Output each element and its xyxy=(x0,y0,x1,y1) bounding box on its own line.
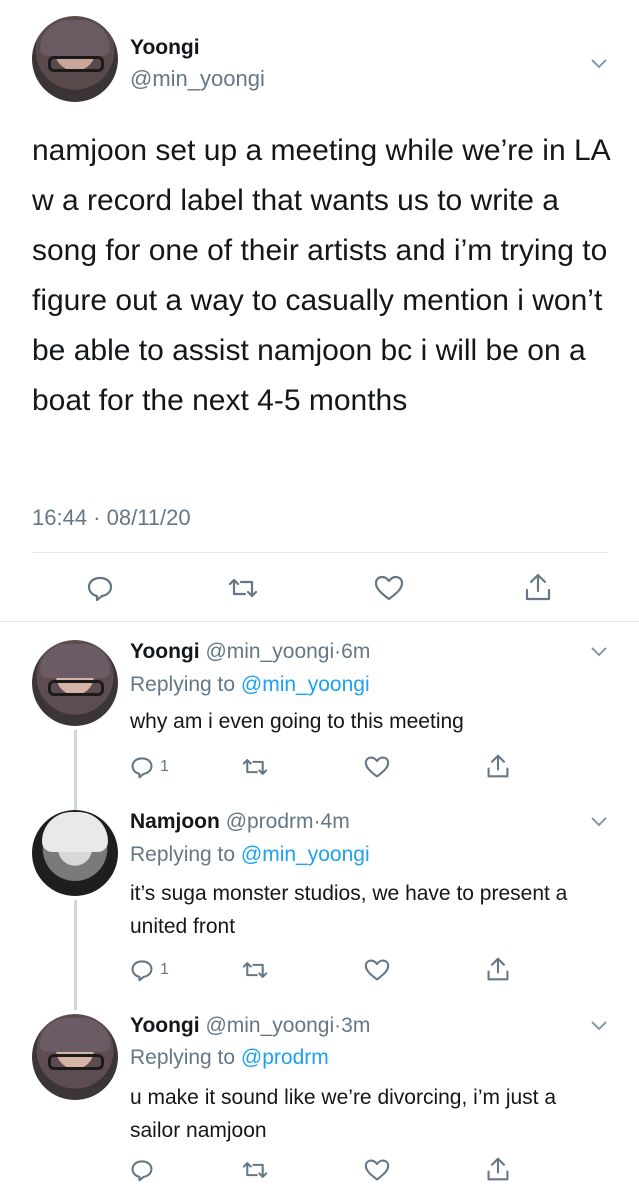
author-handle[interactable]: @min_yoongi xyxy=(130,66,265,92)
chevron-down-icon[interactable] xyxy=(588,52,610,74)
replying-to: Replying to @min_yoongi xyxy=(130,673,370,697)
author-handle[interactable]: @prodrm xyxy=(226,810,314,833)
replying-prefix: Replying to xyxy=(130,843,236,866)
replying-to: Replying to @prodrm xyxy=(130,1046,329,1070)
thread-line xyxy=(74,730,77,810)
author-name[interactable]: Yoongi xyxy=(130,36,200,60)
separator-dot: · xyxy=(313,810,321,833)
reply-text: it’s suga monster studios, we have to pr… xyxy=(130,882,568,938)
reply-header: Yoongi @min_yoongi·6m xyxy=(130,640,370,664)
avatar[interactable] xyxy=(32,640,118,726)
like-icon[interactable] xyxy=(364,755,390,779)
tweet-text: namjoon set up a meeting while we’re in … xyxy=(32,134,618,417)
avatar[interactable] xyxy=(32,16,118,102)
reply-header: Yoongi @min_yoongi·3m xyxy=(130,1014,370,1038)
reply-text: u make it sound like we’re divorcing, i’… xyxy=(130,1086,557,1142)
thread-line xyxy=(74,900,77,1010)
replying-to-link[interactable]: @min_yoongi xyxy=(241,843,370,866)
share-icon[interactable] xyxy=(524,572,552,602)
reply-count: 1 xyxy=(160,758,169,775)
chevron-down-icon[interactable] xyxy=(588,1014,610,1036)
reply-time[interactable]: 4m xyxy=(321,810,350,833)
author-name[interactable]: Yoongi xyxy=(130,640,200,663)
like-icon[interactable] xyxy=(364,1158,390,1182)
replying-prefix: Replying to xyxy=(130,673,236,696)
replying-to-link[interactable]: @min_yoongi xyxy=(241,673,370,696)
author-name[interactable]: Namjoon xyxy=(130,810,220,833)
reply-icon[interactable] xyxy=(130,1158,154,1182)
tweet-timestamp[interactable]: 16:44 · 08/11/20 xyxy=(32,505,191,531)
share-icon[interactable] xyxy=(486,1156,510,1182)
like-icon[interactable] xyxy=(364,958,390,982)
author-handle[interactable]: @min_yoongi xyxy=(205,1014,334,1037)
reply-time[interactable]: 3m xyxy=(341,1014,370,1037)
like-icon[interactable] xyxy=(374,574,404,602)
author-handle[interactable]: @min_yoongi xyxy=(205,640,334,663)
replying-to: Replying to @min_yoongi xyxy=(130,843,370,867)
reply-icon[interactable] xyxy=(130,755,154,779)
replying-to-link[interactable]: @prodrm xyxy=(241,1046,329,1069)
author-name[interactable]: Yoongi xyxy=(130,1014,200,1037)
divider xyxy=(32,552,607,553)
reply-header: Namjoon @prodrm·4m xyxy=(130,810,350,834)
reply-text: why am i even going to this meeting xyxy=(130,710,464,733)
divider xyxy=(0,621,639,622)
share-icon[interactable] xyxy=(486,753,510,779)
avatar[interactable] xyxy=(32,1014,118,1100)
avatar[interactable] xyxy=(32,810,118,896)
chevron-down-icon[interactable] xyxy=(588,640,610,662)
reply-time[interactable]: 6m xyxy=(341,640,370,663)
retweet-icon[interactable] xyxy=(242,755,268,779)
retweet-icon[interactable] xyxy=(228,574,258,602)
reply-icon[interactable] xyxy=(86,574,114,602)
share-icon[interactable] xyxy=(486,956,510,982)
retweet-icon[interactable] xyxy=(242,1158,268,1182)
reply-icon[interactable] xyxy=(130,958,154,982)
retweet-icon[interactable] xyxy=(242,958,268,982)
chevron-down-icon[interactable] xyxy=(588,810,610,832)
reply-count: 1 xyxy=(160,961,169,978)
replying-prefix: Replying to xyxy=(130,1046,236,1069)
